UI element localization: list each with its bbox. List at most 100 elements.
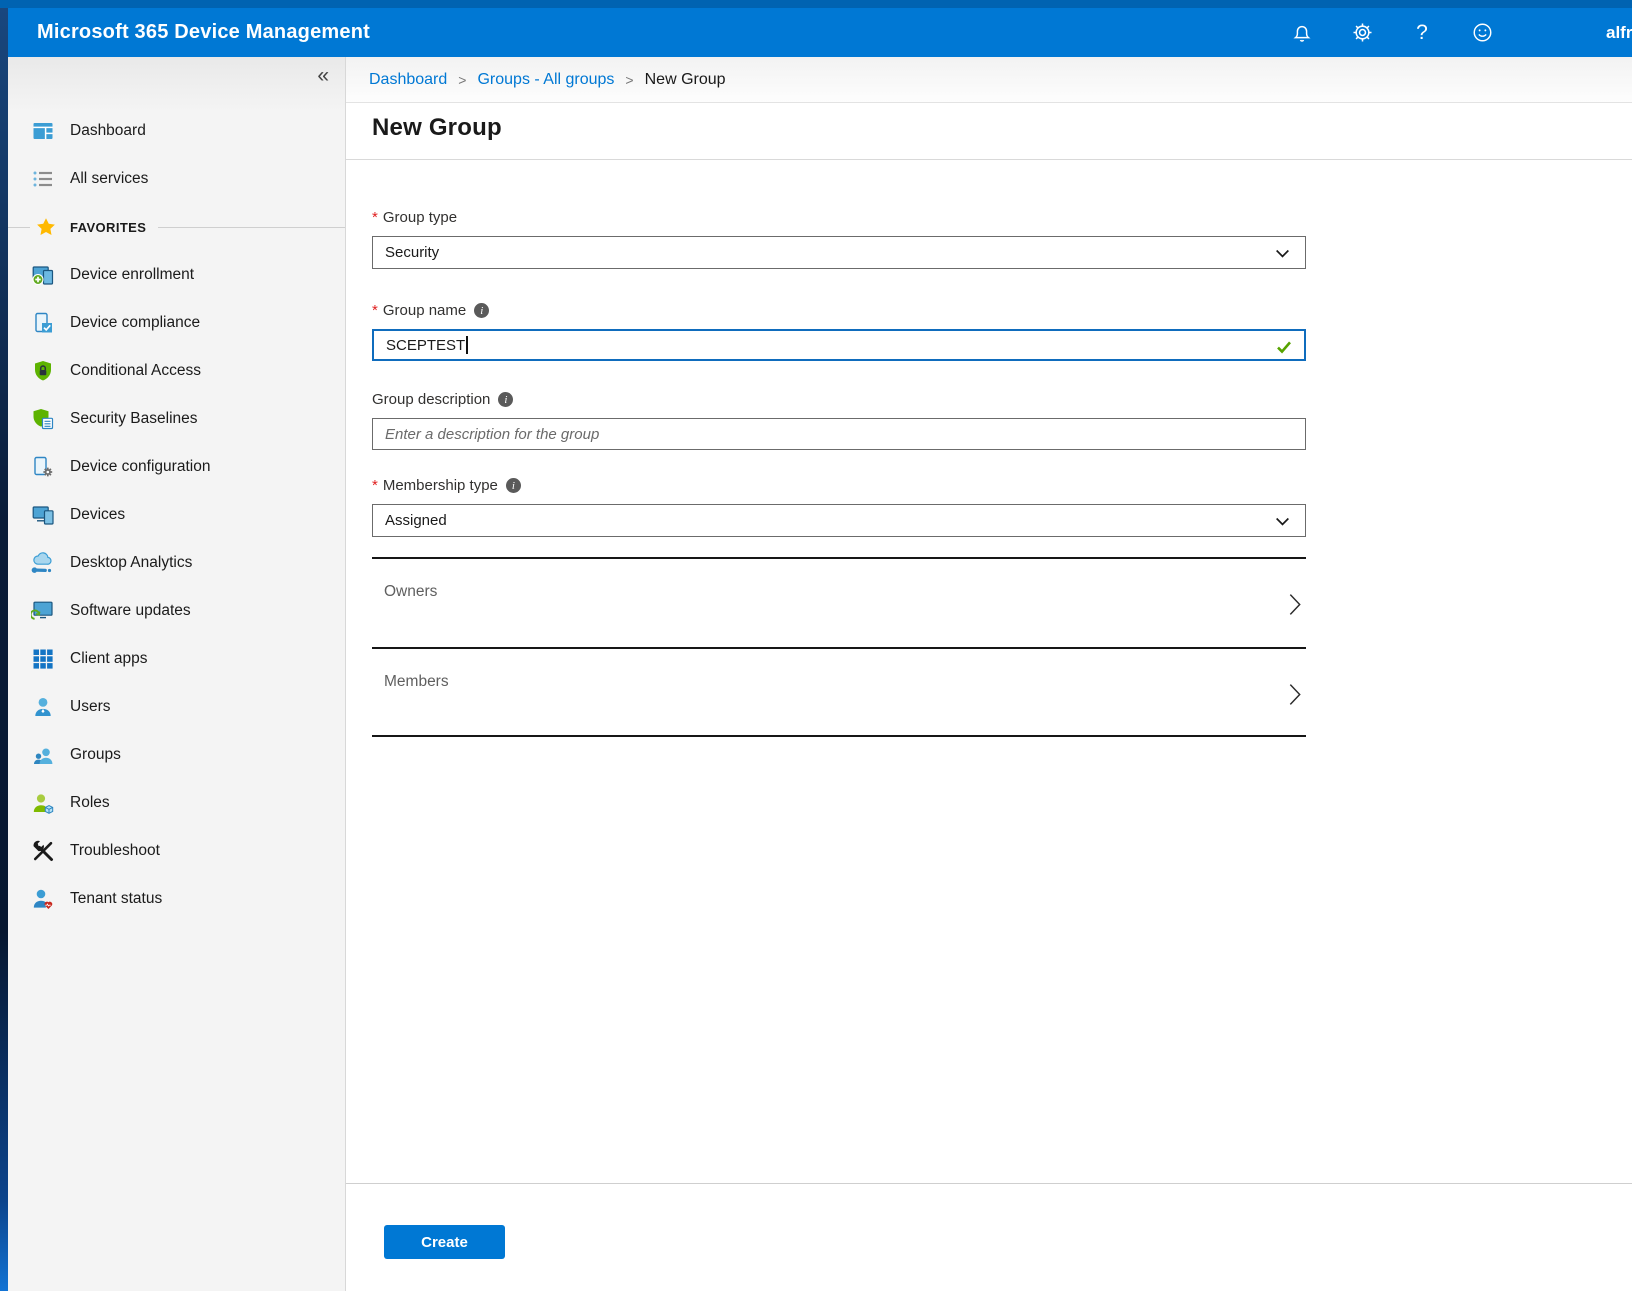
group-type-select[interactable]: Security <box>372 236 1306 269</box>
membership-type-value: Assigned <box>385 512 447 529</box>
account-menu[interactable]: alfr <box>1606 8 1632 57</box>
roles-icon <box>30 790 56 816</box>
group-description-input[interactable] <box>372 418 1306 450</box>
sidebar-item-conditional-access[interactable]: Conditional Access <box>8 347 345 395</box>
divider <box>158 227 345 228</box>
sidebar-item-device-enrollment[interactable]: Device enrollment <box>8 251 345 299</box>
help-icon[interactable]: ? <box>1410 21 1434 45</box>
users-icon <box>30 694 56 720</box>
sidebar-item-label: Security Baselines <box>70 410 198 428</box>
info-icon[interactable]: i <box>474 303 489 318</box>
sidebar-item-security-baselines[interactable]: Security Baselines <box>8 395 345 443</box>
settings-gear-icon[interactable] <box>1350 21 1374 45</box>
top-bar: Microsoft 365 Device Management ? alfr <box>0 8 1632 57</box>
sidebar-item-device-configuration[interactable]: Device configuration <box>8 443 345 491</box>
group-type-field: * Group type Security <box>372 207 1306 269</box>
chevron-down-icon <box>1274 245 1291 267</box>
breadcrumb-link-groups[interactable]: Groups - All groups <box>477 71 614 89</box>
sidebar-item-dashboard[interactable]: Dashboard <box>8 107 345 155</box>
create-button[interactable]: Create <box>384 1225 505 1259</box>
sidebar-item-users[interactable]: Users <box>8 683 345 731</box>
members-row[interactable]: Members <box>372 647 1306 737</box>
membership-type-select[interactable]: Assigned <box>372 504 1306 537</box>
chevron-down-icon <box>1274 513 1291 535</box>
sidebar-item-devices[interactable]: Devices <box>8 491 345 539</box>
owners-label: Owners <box>384 583 437 601</box>
divider <box>8 227 30 228</box>
sidebar-item-label: Devices <box>70 506 125 524</box>
all-services-icon <box>30 166 56 192</box>
selector-rows: Owners Members <box>372 557 1306 737</box>
breadcrumb-current: New Group <box>645 71 726 89</box>
breadcrumb-separator: > <box>625 72 633 88</box>
sidebar-item-label: Device enrollment <box>70 266 194 284</box>
sidebar-item-label: Tenant status <box>70 890 162 908</box>
membership-type-field: * Membership type i Assigned <box>372 475 1306 537</box>
owners-row[interactable]: Owners <box>372 557 1306 647</box>
group-name-input[interactable]: SCEPTEST <box>372 329 1306 361</box>
sidebar-item-client-apps[interactable]: Client apps <box>8 635 345 683</box>
client-apps-icon <box>30 646 56 672</box>
footer-divider <box>346 1183 1632 1184</box>
sidebar-item-label: Conditional Access <box>70 362 201 380</box>
sidebar-nav: Dashboard All services FAVORITES <box>8 107 345 923</box>
sidebar-item-label: Desktop Analytics <box>70 554 192 572</box>
favorites-label: FAVORITES <box>70 220 146 235</box>
sidebar-item-label: Users <box>70 698 110 716</box>
security-baselines-icon <box>30 406 56 432</box>
valid-check-icon <box>1274 337 1294 361</box>
app-title: Microsoft 365 Device Management <box>37 8 370 57</box>
group-name-field: * Group name i SCEPTEST <box>372 300 1306 361</box>
sidebar-item-label: Roles <box>70 794 110 812</box>
feedback-smiley-icon[interactable] <box>1470 21 1494 45</box>
troubleshoot-icon <box>30 838 56 864</box>
chevron-right-icon <box>1288 592 1302 622</box>
star-icon <box>34 215 58 239</box>
sidebar-item-label: Device configuration <box>70 458 210 476</box>
info-icon[interactable]: i <box>498 392 513 407</box>
members-label: Members <box>384 673 449 691</box>
sidebar-section-favorites: FAVORITES <box>8 203 345 251</box>
devices-icon <box>30 502 56 528</box>
sidebar-item-label: Dashboard <box>70 122 146 140</box>
sidebar-item-troubleshoot[interactable]: Troubleshoot <box>8 827 345 875</box>
info-icon[interactable]: i <box>506 478 521 493</box>
sidebar-item-label: Software updates <box>70 602 191 620</box>
group-description-field: Group description i <box>372 389 1306 450</box>
notifications-bell-icon[interactable] <box>1290 21 1314 45</box>
sidebar-item-label: Client apps <box>70 650 148 668</box>
breadcrumb-separator: > <box>458 72 466 88</box>
group-description-label: Group description i <box>372 389 1306 410</box>
group-name-value: SCEPTEST <box>386 337 465 354</box>
sidebar-item-device-compliance[interactable]: Device compliance <box>8 299 345 347</box>
tenant-status-icon <box>30 886 56 912</box>
group-type-value: Security <box>385 244 439 261</box>
required-marker: * <box>372 209 378 226</box>
sidebar-item-software-updates[interactable]: Software updates <box>8 587 345 635</box>
required-marker: * <box>372 477 378 494</box>
desktop-analytics-icon <box>30 550 56 576</box>
sidebar-item-label: Groups <box>70 746 121 764</box>
required-marker: * <box>372 302 378 319</box>
text-cursor <box>466 336 468 354</box>
sidebar-item-desktop-analytics[interactable]: Desktop Analytics <box>8 539 345 587</box>
breadcrumb: Dashboard > Groups - All groups > New Gr… <box>346 57 1632 103</box>
groups-icon <box>30 742 56 768</box>
sidebar-item-label: Troubleshoot <box>70 842 160 860</box>
group-type-label: * Group type <box>372 207 1306 228</box>
device-configuration-icon <box>30 454 56 480</box>
new-group-blade: Dashboard > Groups - All groups > New Gr… <box>345 57 1632 1291</box>
chevron-right-icon <box>1288 682 1302 712</box>
sidebar-item-roles[interactable]: Roles <box>8 779 345 827</box>
dashboard-icon <box>30 118 56 144</box>
sidebar-item-groups[interactable]: Groups <box>8 731 345 779</box>
device-enrollment-icon <box>30 262 56 288</box>
breadcrumb-link-dashboard[interactable]: Dashboard <box>369 71 447 89</box>
sidebar-item-tenant-status[interactable]: Tenant status <box>8 875 345 923</box>
sidebar-item-label: All services <box>70 170 148 188</box>
sidebar-item-all-services[interactable]: All services <box>8 155 345 203</box>
conditional-access-icon <box>30 358 56 384</box>
device-compliance-icon <box>30 310 56 336</box>
top-accent-strip <box>0 0 1632 8</box>
sidebar-collapse-button[interactable]: « <box>317 65 329 86</box>
